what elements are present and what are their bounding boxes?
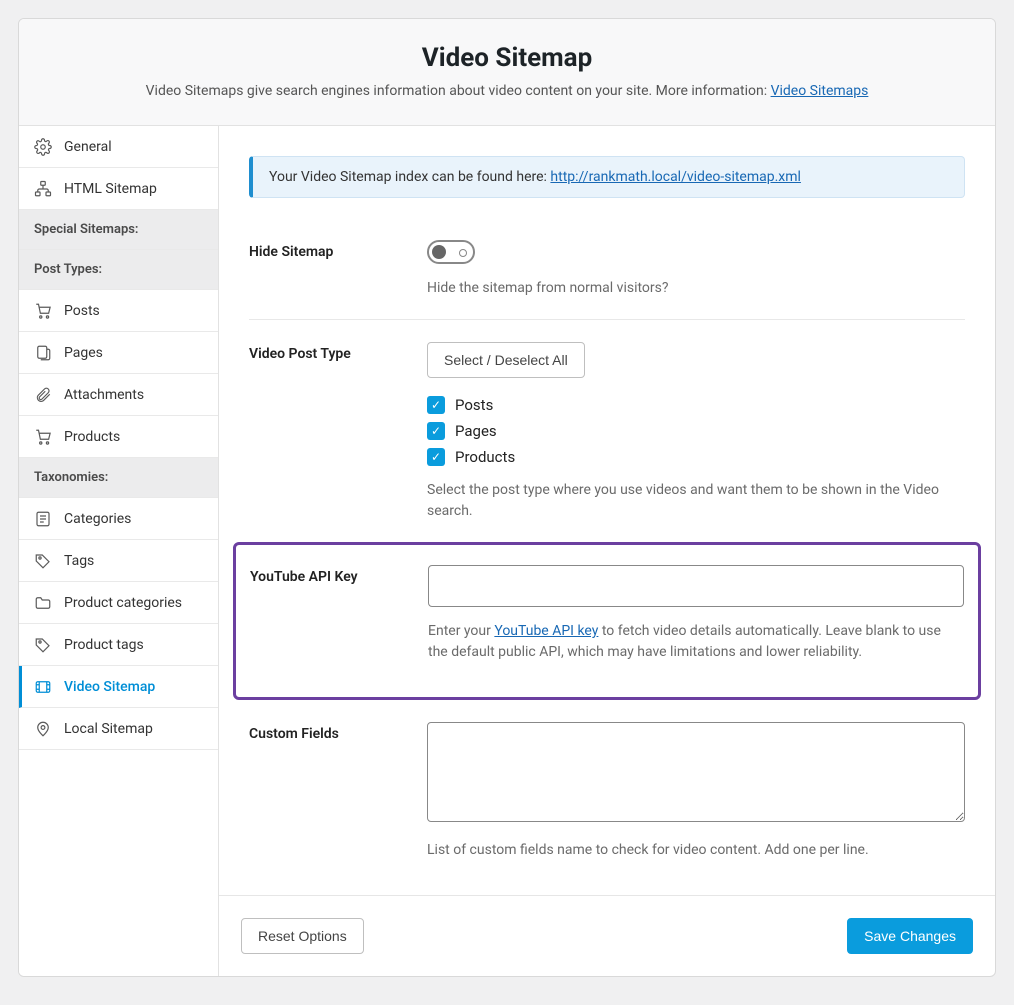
page-title: Video Sitemap (49, 43, 965, 73)
select-deselect-all-button[interactable]: Select / Deselect All (427, 342, 585, 378)
sidebar-heading-label: Taxonomies: (34, 470, 203, 485)
field-help: Select the post type where you use video… (427, 480, 965, 522)
sidebar-item-label: Product tags (64, 637, 203, 653)
sidebar-item-label: Local Sitemap (64, 721, 203, 737)
row-video-post-type: Video Post Type Select / Deselect All ✓ … (249, 328, 965, 536)
checkbox-pages[interactable]: ✓ Pages (427, 422, 965, 440)
checkbox-label: Posts (455, 396, 493, 414)
save-changes-button[interactable]: Save Changes (847, 918, 973, 954)
checkbox-posts[interactable]: ✓ Posts (427, 396, 965, 414)
youtube-api-key-link[interactable]: YouTube API key (494, 623, 598, 639)
sidebar-item-categories[interactable]: Categories (19, 498, 218, 540)
divider (249, 319, 965, 320)
sidebar-item-html-sitemap[interactable]: HTML Sitemap (19, 168, 218, 210)
sidebar-item-label: Video Sitemap (64, 679, 203, 695)
sidebar-item-general[interactable]: General (19, 126, 218, 168)
sidebar-item-label: Products (64, 429, 203, 445)
sidebar-item-local-sitemap[interactable]: Local Sitemap (19, 708, 218, 750)
sidebar-item-label: Categories (64, 511, 203, 527)
sidebar-item-attachments[interactable]: Attachments (19, 374, 218, 416)
checkbox-products[interactable]: ✓ Products (427, 448, 965, 466)
sidebar-item-product-tags[interactable]: Product tags (19, 624, 218, 666)
more-info-link[interactable]: Video Sitemaps (771, 83, 869, 99)
sidebar-item-label: Attachments (64, 387, 203, 403)
attachment-icon (34, 386, 52, 404)
custom-fields-textarea[interactable] (427, 722, 965, 822)
cart-icon (34, 302, 52, 320)
panel-header: Video Sitemap Video Sitemaps give search… (19, 19, 995, 126)
sidebar-item-posts[interactable]: Posts (19, 290, 218, 332)
sitemap-index-link[interactable]: http://rankmath.local/video-sitemap.xml (550, 169, 801, 185)
sidebar-item-label: Tags (64, 553, 203, 569)
panel-body: General HTML Sitemap Special Sitemaps: P… (19, 126, 995, 976)
folder-icon (34, 594, 52, 612)
row-custom-fields: Custom Fields List of custom fields name… (249, 708, 965, 875)
sidebar-item-products[interactable]: Products (19, 416, 218, 458)
pin-icon (34, 720, 52, 738)
sitemap-icon (34, 180, 52, 198)
field-label: Hide Sitemap (249, 240, 427, 260)
content-area: Your Video Sitemap index can be found he… (219, 126, 995, 976)
field-label: Video Post Type (249, 342, 427, 362)
reset-options-button[interactable]: Reset Options (241, 918, 364, 954)
row-hide-sitemap: Hide Sitemap Hide the sitemap from norma… (249, 226, 965, 313)
sidebar-item-label: General (64, 139, 203, 155)
field-label: Custom Fields (249, 722, 427, 742)
field-help: List of custom fields name to check for … (427, 840, 965, 861)
sidebar-item-label: Posts (64, 303, 203, 319)
sidebar-item-label: HTML Sitemap (64, 181, 203, 197)
youtube-api-highlight: YouTube API Key Enter your YouTube API k… (233, 542, 981, 700)
checkbox-checked-icon: ✓ (427, 422, 445, 440)
row-youtube-api-key: YouTube API Key Enter your YouTube API k… (250, 559, 964, 677)
tag-icon (34, 552, 52, 570)
sidebar-item-video-sitemap[interactable]: Video Sitemap (19, 666, 218, 708)
panel-footer: Reset Options Save Changes (219, 895, 995, 976)
gear-icon (34, 138, 52, 156)
sidebar-item-label: Product categories (64, 595, 203, 611)
settings-panel: Video Sitemap Video Sitemaps give search… (18, 18, 996, 977)
sidebar-heading-post-types: Post Types: (19, 250, 218, 290)
checkbox-label: Pages (455, 422, 497, 440)
field-help: Hide the sitemap from normal visitors? (427, 278, 965, 299)
field-help: Enter your YouTube API key to fetch vide… (428, 621, 964, 663)
page-icon (34, 344, 52, 362)
page-description: Video Sitemaps give search engines infor… (49, 83, 965, 99)
field-label: YouTube API Key (250, 565, 428, 585)
sidebar-item-pages[interactable]: Pages (19, 332, 218, 374)
checkbox-checked-icon: ✓ (427, 448, 445, 466)
post-type-checklist: ✓ Posts ✓ Pages ✓ Products (427, 396, 965, 466)
checkbox-label: Products (455, 448, 515, 466)
sitemap-index-notice: Your Video Sitemap index can be found he… (249, 156, 965, 198)
youtube-api-key-input[interactable] (428, 565, 964, 607)
hide-sitemap-toggle[interactable] (427, 240, 475, 264)
sidebar-item-product-categories[interactable]: Product categories (19, 582, 218, 624)
sidebar-heading-special: Special Sitemaps: (19, 210, 218, 250)
video-icon (34, 678, 52, 696)
sidebar-heading-label: Post Types: (34, 262, 203, 277)
sidebar-heading-taxonomies: Taxonomies: (19, 458, 218, 498)
sidebar: General HTML Sitemap Special Sitemaps: P… (19, 126, 219, 976)
list-icon (34, 510, 52, 528)
checkbox-checked-icon: ✓ (427, 396, 445, 414)
tag-icon (34, 636, 52, 654)
sidebar-item-tags[interactable]: Tags (19, 540, 218, 582)
sidebar-item-label: Pages (64, 345, 203, 361)
sidebar-heading-label: Special Sitemaps: (34, 222, 203, 237)
cart-icon (34, 428, 52, 446)
